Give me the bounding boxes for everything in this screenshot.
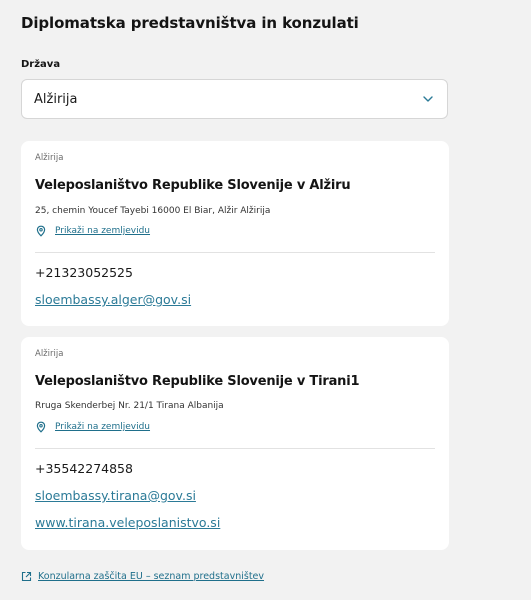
office-country: Alžirija	[35, 153, 64, 163]
office-country: Alžirija	[35, 349, 64, 359]
map-link[interactable]: Prikaži na zemljevidu	[35, 421, 150, 433]
divider	[35, 448, 435, 449]
map-link-label: Prikaži na zemljevidu	[55, 226, 151, 236]
office-website-link[interactable]: www.tirana.veleposlanistvo.si	[35, 515, 220, 530]
office-email-link[interactable]: sloembassy.alger@gov.si	[35, 292, 191, 307]
eu-link-label: Konzularna zaščita EU – seznam predstavn…	[38, 571, 265, 582]
map-pin-icon	[36, 421, 46, 433]
office-address: 25, chemin Youcef Tayebi 16000 El Biar, …	[35, 206, 271, 216]
chevron-down-icon	[423, 96, 433, 102]
map-link[interactable]: Prikaži na zemljevidu	[35, 225, 150, 237]
country-select[interactable]: Alžirija	[21, 79, 448, 119]
page-title: Diplomatska predstavništva in konzulati	[21, 14, 359, 32]
country-select-value: Alžirija	[34, 91, 78, 107]
office-name: Veleposlaništvo Republike Slovenije v Al…	[35, 178, 351, 193]
map-pin-icon	[36, 225, 46, 237]
office-phone: +21323052525	[35, 265, 133, 280]
office-phone: +35542274858	[35, 461, 133, 476]
divider	[35, 252, 435, 253]
country-label: Država	[21, 59, 61, 70]
external-link-icon	[21, 571, 32, 582]
map-link-label: Prikaži na zemljevidu	[55, 422, 151, 432]
office-card: Alžirija Veleposlaništvo Republike Slove…	[21, 141, 449, 326]
office-address: Rruga Skenderbej Nr. 21/1 Tirana Albanij…	[35, 401, 224, 411]
eu-consular-protection-link[interactable]: Konzularna zaščita EU – seznam predstavn…	[21, 571, 264, 582]
office-name: Veleposlaništvo Republike Slovenije v Ti…	[35, 374, 360, 389]
office-card: Alžirija Veleposlaništvo Republike Slove…	[21, 337, 449, 550]
office-email-link[interactable]: sloembassy.tirana@gov.si	[35, 488, 196, 503]
